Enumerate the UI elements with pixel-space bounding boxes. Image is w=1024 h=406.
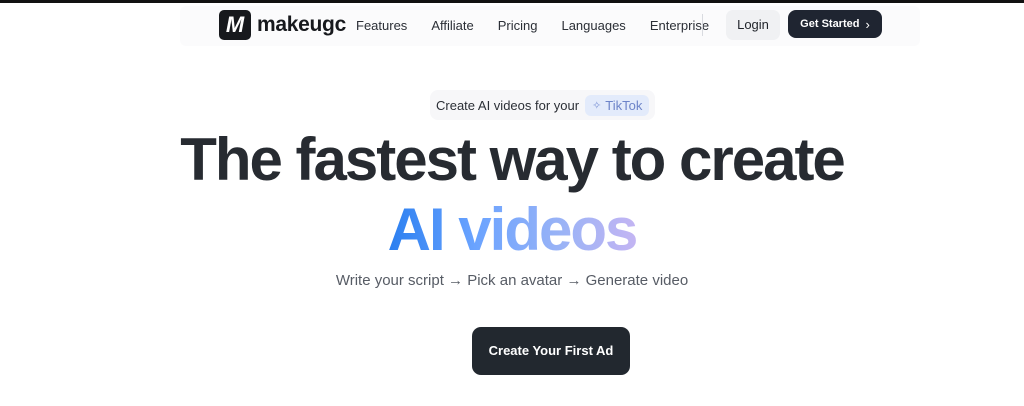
create-first-ad-button[interactable]: Create Your First Ad <box>472 327 630 375</box>
platform-chip-label: TikTok <box>605 97 643 113</box>
nav-link-enterprise[interactable]: Enterprise <box>650 18 709 33</box>
brand-logo-icon: M <box>219 10 251 40</box>
top-edge-bar <box>0 0 1024 3</box>
hero-subtitle: Write your script → Pick an avatar → Gen… <box>335 272 689 289</box>
brand-name: makeugc <box>257 13 346 36</box>
nav-divider <box>702 14 703 36</box>
hero-pill: Create AI videos for your ✧ TikTok <box>430 90 656 120</box>
hero-headline-gradient-text: AI videos <box>387 196 639 263</box>
get-started-button[interactable]: Get Started › <box>788 10 882 38</box>
nav-link-features[interactable]: Features <box>356 18 407 33</box>
platform-chip[interactable]: ✧ TikTok <box>585 94 650 116</box>
navbar: M makeugc Features Affiliate Pricing Lan… <box>180 6 920 46</box>
get-started-label: Get Started <box>800 18 860 30</box>
nav-link-affiliate[interactable]: Affiliate <box>431 18 473 33</box>
brand[interactable]: M makeugc <box>219 10 346 40</box>
sparkle-icon: ✧ <box>592 99 602 112</box>
chevron-right-icon: › <box>865 16 870 32</box>
nav-links: Features Affiliate Pricing Languages Ent… <box>356 18 709 33</box>
nav-link-languages[interactable]: Languages <box>561 18 625 33</box>
hero-pill-text: Create AI videos for your <box>436 97 580 113</box>
hero-headline-line1: The fastest way to create <box>180 126 846 193</box>
nav-link-pricing[interactable]: Pricing <box>498 18 538 33</box>
hero-headline-line2: AI videos <box>0 194 1024 266</box>
login-button[interactable]: Login <box>726 10 780 40</box>
